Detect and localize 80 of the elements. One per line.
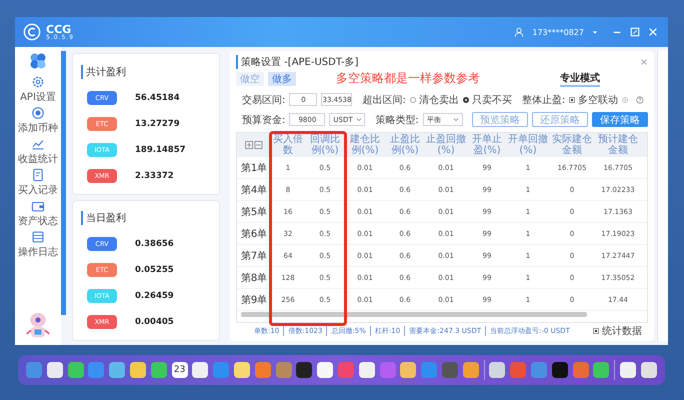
row-label: 第8单 bbox=[240, 272, 268, 284]
field-label: 整体止盈: bbox=[522, 94, 566, 106]
app-icon[interactable] bbox=[296, 362, 312, 378]
profit-value: 0.05255 bbox=[135, 265, 174, 276]
app-icon[interactable] bbox=[68, 362, 84, 378]
app-icon[interactable] bbox=[358, 362, 375, 378]
sidebar-item[interactable]: 买入记录 bbox=[18, 183, 58, 197]
row-label: 第7单 bbox=[240, 250, 268, 262]
field-label: 超出区间: bbox=[362, 94, 406, 106]
app-icon[interactable] bbox=[150, 362, 167, 378]
checkbox[interactable]: 统计数据 bbox=[593, 324, 642, 338]
help-icon[interactable] bbox=[636, 94, 644, 104]
app-icon[interactable] bbox=[192, 362, 208, 378]
logo-icon bbox=[23, 23, 41, 41]
sidebar-item[interactable]: 资产状态 bbox=[18, 214, 58, 228]
caret-icon[interactable] bbox=[592, 30, 598, 34]
column-header: 开单止盈(%) bbox=[471, 134, 503, 156]
app-icon[interactable] bbox=[489, 362, 506, 378]
column-header: 预计建仓金额 bbox=[597, 134, 639, 156]
app-icon[interactable] bbox=[620, 362, 636, 378]
app-icon[interactable] bbox=[462, 362, 479, 378]
column-header: 建仓比例(%) bbox=[349, 134, 381, 156]
card-title: 当日盈利 bbox=[81, 211, 126, 226]
radio-button[interactable]: 只卖不买 bbox=[462, 92, 512, 106]
column-header: 实际建仓金额 bbox=[551, 134, 593, 156]
target-icon[interactable] bbox=[31, 106, 45, 120]
profit-value: 189.14857 bbox=[135, 144, 186, 155]
maximize-icon[interactable] bbox=[630, 27, 640, 37]
profit-value: 56.45184 bbox=[135, 92, 180, 103]
profit-value: 2.33372 bbox=[135, 170, 174, 180]
app-icon[interactable] bbox=[234, 362, 250, 378]
column-header: 开单回撤(%) bbox=[507, 134, 549, 156]
app-icon[interactable] bbox=[552, 362, 568, 378]
row-label: 第5单 bbox=[240, 206, 268, 218]
app-icon[interactable] bbox=[46, 362, 63, 378]
app-icon[interactable] bbox=[317, 362, 334, 378]
profit-value: 0.38656 bbox=[135, 239, 174, 250]
list-icon[interactable] bbox=[31, 230, 45, 244]
field-label: 预算资金: bbox=[242, 114, 286, 126]
column-header: 回调比例(%) bbox=[309, 134, 341, 156]
wallet-icon[interactable] bbox=[31, 199, 45, 213]
column-header: 止盈比例(%) bbox=[389, 134, 421, 156]
caret-icon[interactable] bbox=[356, 117, 362, 122]
document-icon[interactable] bbox=[31, 168, 45, 182]
field-label: 交易区间: bbox=[242, 94, 286, 106]
radio-button[interactable]: 清仓卖出 bbox=[410, 92, 459, 106]
app-icon[interactable] bbox=[640, 362, 657, 378]
user-icon[interactable] bbox=[514, 27, 524, 37]
row-label: 第4单 bbox=[240, 184, 268, 196]
annotation-text: 多空策略都是一样参数参考 bbox=[336, 70, 480, 87]
sidebar-item[interactable]: API设置 bbox=[20, 90, 56, 104]
column-header: 买入倍数 bbox=[272, 134, 304, 156]
field-label: 策略类型: bbox=[375, 114, 419, 126]
profit-value: 0.26459 bbox=[135, 291, 174, 302]
close-icon[interactable] bbox=[640, 58, 648, 66]
row-label: 第9单 bbox=[240, 294, 268, 306]
profit-value: 13.27279 bbox=[135, 118, 180, 129]
checkbox[interactable]: 多空联动 bbox=[569, 92, 618, 106]
mode-link[interactable]: 专业模式 bbox=[560, 70, 600, 86]
panel-title: 策略设置 -[APE-USDT-多] bbox=[236, 55, 359, 69]
horizontal-scrollbar[interactable] bbox=[241, 312, 587, 317]
profit-value: 0.00405 bbox=[135, 317, 174, 327]
caret-icon[interactable] bbox=[452, 117, 459, 122]
gear-icon[interactable] bbox=[30, 75, 45, 89]
cluster-logo-icon bbox=[28, 51, 48, 71]
expand-collapse-icon[interactable] bbox=[245, 141, 263, 149]
app-icon[interactable] bbox=[593, 362, 610, 378]
row-label: 第1单 bbox=[240, 162, 268, 174]
column-header: 止盈回撤(%) bbox=[425, 134, 467, 156]
app-icon[interactable] bbox=[109, 362, 126, 378]
app-icon[interactable] bbox=[130, 362, 146, 378]
app-icon[interactable] bbox=[400, 362, 416, 378]
card-title: 共计盈利 bbox=[81, 64, 126, 79]
sidebar-item[interactable]: 添加币种 bbox=[18, 121, 58, 135]
info-icon[interactable] bbox=[622, 96, 628, 104]
calendar-app-icon[interactable]: 23 bbox=[172, 362, 188, 378]
sidebar-item[interactable]: 操作日志 bbox=[18, 245, 58, 259]
sidebar-item[interactable]: 收益统计 bbox=[18, 152, 58, 166]
app-name: CCG bbox=[46, 24, 72, 34]
row-label: 第6单 bbox=[240, 228, 268, 240]
